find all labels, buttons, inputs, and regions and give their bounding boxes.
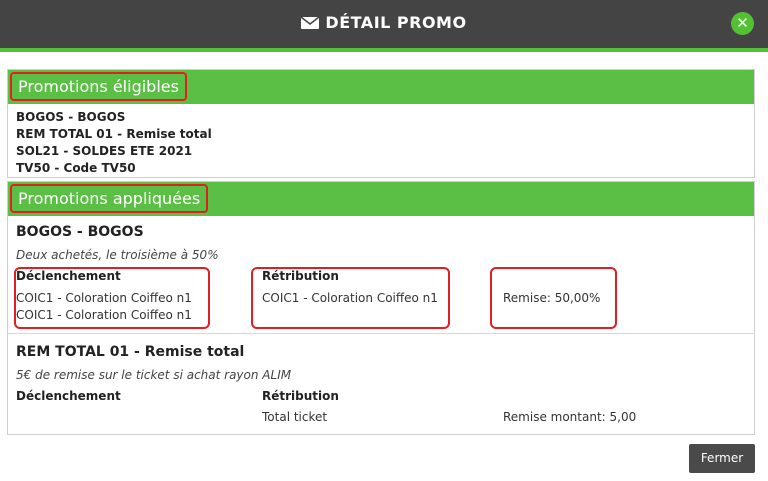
discount-value: Remise montant: 5,00 xyxy=(503,410,637,424)
envelope-icon xyxy=(301,17,320,29)
eligible-panel-title: Promotions éligibles xyxy=(10,72,187,101)
promo-title: BOGOS - BOGOS xyxy=(16,224,144,240)
promo-description: 5€ de remise sur le ticket si achat rayo… xyxy=(16,368,292,382)
dialog-title: DÉTAIL PROMO xyxy=(0,13,768,32)
trigger-header: Déclenchement xyxy=(16,389,121,403)
close-icon[interactable]: ✕ xyxy=(731,12,754,35)
reward-line: COIC1 - Coloration Coiffeo n1 xyxy=(262,291,438,305)
reward-header: Rétribution xyxy=(262,269,339,283)
applied-panel-header: Promotions appliquées xyxy=(8,182,754,216)
list-item: SOL21 - SOLDES ETE 2021 xyxy=(16,144,193,158)
eligible-list: BOGOS - BOGOS REM TOTAL 01 - Remise tota… xyxy=(8,104,754,177)
header-accent-line xyxy=(0,48,768,52)
promo-title: REM TOTAL 01 - Remise total xyxy=(16,344,245,360)
trigger-line: COIC1 - Coloration Coiffeo n1 xyxy=(16,291,192,305)
promo-divider xyxy=(8,333,754,334)
trigger-header: Déclenchement xyxy=(16,269,121,283)
reward-header: Rétribution xyxy=(262,389,339,403)
applied-promotions-panel: Promotions appliquées BOGOS - BOGOS Deux… xyxy=(7,181,755,435)
discount-value: Remise: 50,00% xyxy=(503,291,601,305)
dialog-title-text: DÉTAIL PROMO xyxy=(325,13,467,32)
close-button[interactable]: Fermer xyxy=(689,444,755,473)
promo-description: Deux achetés, le troisième à 50% xyxy=(16,248,219,262)
list-item: TV50 - Code TV50 xyxy=(16,161,136,175)
list-item: REM TOTAL 01 - Remise total xyxy=(16,127,212,141)
trigger-line: COIC1 - Coloration Coiffeo n1 xyxy=(16,308,192,322)
eligible-promotions-panel: Promotions éligibles BOGOS - BOGOS REM T… xyxy=(7,69,755,178)
eligible-panel-header: Promotions éligibles xyxy=(8,70,754,104)
list-item: BOGOS - BOGOS xyxy=(16,110,126,124)
reward-line: Total ticket xyxy=(262,410,328,424)
applied-panel-title: Promotions appliquées xyxy=(10,184,209,213)
